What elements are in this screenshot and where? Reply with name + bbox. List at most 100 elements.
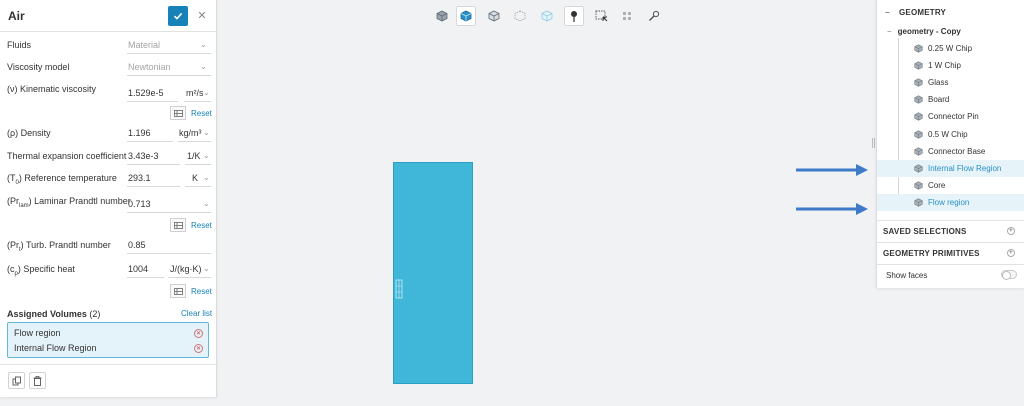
tree-root-geometry[interactable]: − geometry - Copy <box>887 27 961 36</box>
grid-icon <box>623 12 631 20</box>
density-input[interactable]: 1.196 <box>128 128 151 138</box>
dotted-cube-icon <box>514 10 526 22</box>
duplicate-button[interactable] <box>8 372 25 389</box>
laminar-prandtl-input[interactable]: 0.713 <box>128 199 151 209</box>
cube-icon <box>914 95 923 104</box>
explode-button[interactable] <box>617 6 637 26</box>
fluids-select[interactable]: Material <box>128 40 210 50</box>
viscosity-model-label: Viscosity model <box>7 62 70 72</box>
specific-heat-label: (cp) Specific heat <box>7 264 75 277</box>
cube-icon <box>914 44 923 53</box>
show-faces-label: Show faces <box>886 271 928 280</box>
saved-selections-header[interactable]: SAVED SELECTIONS + <box>877 221 1024 241</box>
solid-view-button[interactable] <box>456 6 476 26</box>
delete-button[interactable] <box>29 372 46 389</box>
density-unit[interactable]: kg/m³ <box>179 128 202 138</box>
table-icon <box>173 221 183 229</box>
cube-icon <box>914 198 923 207</box>
tree-item[interactable]: Connector Pin <box>877 108 1024 125</box>
fluids-value: Material <box>128 40 161 50</box>
table-input-button[interactable] <box>170 106 186 120</box>
thermal-expansion-input[interactable]: 3.43e-3 <box>128 151 159 161</box>
wireframe-view-button[interactable] <box>484 6 504 26</box>
panel-resize-handle[interactable] <box>872 138 875 148</box>
close-button[interactable]: ✕ <box>194 8 210 24</box>
properties-panel: Air ✕ Fluids Material ⌄ Viscosity model … <box>0 0 217 397</box>
transparent-view-button[interactable] <box>537 6 557 26</box>
geometry-primitives-header[interactable]: GEOMETRY PRIMITIVES + <box>877 243 1024 263</box>
pin-icon <box>571 10 577 22</box>
measure-button[interactable] <box>644 6 664 26</box>
turb-prandtl-input[interactable]: 0.85 <box>128 240 146 250</box>
points-view-button[interactable] <box>510 6 530 26</box>
geometry-section-header[interactable]: − GEOMETRY <box>877 2 1024 22</box>
table-icon <box>173 109 183 117</box>
reference-temperature-label: (T0) Reference temperature <box>7 173 117 186</box>
specific-heat-unit[interactable]: J/(kg·K) <box>170 264 202 274</box>
divider <box>127 141 173 142</box>
reset-link[interactable]: Reset <box>191 221 212 230</box>
laminar-prandtl-label: (Prlam) Laminar Prandtl number <box>7 196 131 209</box>
panel-title: Air <box>8 8 25 23</box>
divider <box>178 141 211 142</box>
tree-item[interactable]: 1 W Chip <box>877 57 1024 74</box>
reference-temperature-input[interactable]: 293.1 <box>128 173 151 183</box>
tree-item[interactable]: 0.25 W Chip <box>877 40 1024 57</box>
label-part: ) Specific heat <box>17 264 75 274</box>
expand-icon[interactable]: + <box>1007 227 1015 235</box>
transparent-cube-icon <box>541 10 553 22</box>
divider <box>127 75 211 76</box>
axis-marker-icon <box>395 279 403 299</box>
thermal-expansion-unit[interactable]: 1/K <box>187 151 201 161</box>
table-input-button[interactable] <box>170 284 186 298</box>
point-select-button[interactable] <box>564 6 584 26</box>
duplicate-icon <box>12 376 21 385</box>
assigned-volumes-list[interactable]: Flow region ✕ Internal Flow Region ✕ <box>7 322 209 358</box>
turb-prandtl-label: (Prt) Turb. Prandtl number <box>7 240 111 253</box>
box-select-button[interactable] <box>591 6 611 26</box>
reference-temperature-unit[interactable]: K <box>192 173 198 183</box>
clear-list-link[interactable]: Clear list <box>181 309 212 318</box>
tree-item[interactable]: Flow region <box>877 193 1024 211</box>
tree-root-label: geometry - Copy <box>897 27 961 36</box>
tree-item[interactable]: Glass <box>877 74 1024 91</box>
confirm-button[interactable] <box>168 5 188 26</box>
tree-item[interactable]: Core <box>877 177 1024 194</box>
tree-item[interactable]: Internal Flow Region <box>877 159 1024 177</box>
table-input-button[interactable] <box>170 218 186 232</box>
specific-heat-input[interactable]: 1004 <box>128 264 148 274</box>
collapse-icon[interactable]: − <box>887 27 892 36</box>
table-icon <box>173 287 183 295</box>
chevron-down-icon: ⌄ <box>203 173 210 182</box>
wireframe-cube-icon <box>488 10 500 22</box>
remove-icon[interactable]: ✕ <box>194 329 203 338</box>
collapse-icon[interactable]: − <box>885 8 890 17</box>
remove-icon[interactable]: ✕ <box>194 344 203 353</box>
cube-icon <box>914 112 923 121</box>
reset-link[interactable]: Reset <box>191 109 212 118</box>
tree-item-label: Core <box>928 180 946 190</box>
reset-link[interactable]: Reset <box>191 287 212 296</box>
kinematic-viscosity-input[interactable]: 1.529e-5 <box>128 88 164 98</box>
cube-icon <box>914 164 923 173</box>
viscosity-model-value: Newtonian <box>128 62 171 72</box>
divider <box>127 186 180 187</box>
flow-region-object[interactable] <box>393 162 473 384</box>
tree-item-label: 1 W Chip <box>928 61 961 71</box>
tree-item[interactable]: 0.5 W Chip <box>877 126 1024 143</box>
view-cube-button[interactable] <box>432 6 452 26</box>
section-title: GEOMETRY <box>899 7 947 17</box>
kinematic-viscosity-unit[interactable]: m²/s <box>186 88 204 98</box>
list-item[interactable]: Internal Flow Region <box>14 343 97 353</box>
section-title: GEOMETRY PRIMITIVES <box>883 248 980 258</box>
list-item[interactable]: Flow region <box>14 328 61 338</box>
show-faces-toggle[interactable] <box>1001 270 1017 280</box>
cube-icon <box>436 10 448 22</box>
box-select-icon <box>595 10 607 21</box>
tree-item[interactable]: Board <box>877 91 1024 108</box>
tree-item[interactable]: Connector Base <box>877 143 1024 160</box>
solid-cube-icon <box>460 10 472 22</box>
viscosity-model-select[interactable]: Newtonian <box>128 62 210 72</box>
chevron-down-icon: ⌄ <box>203 151 210 160</box>
expand-icon[interactable]: + <box>1007 249 1015 257</box>
